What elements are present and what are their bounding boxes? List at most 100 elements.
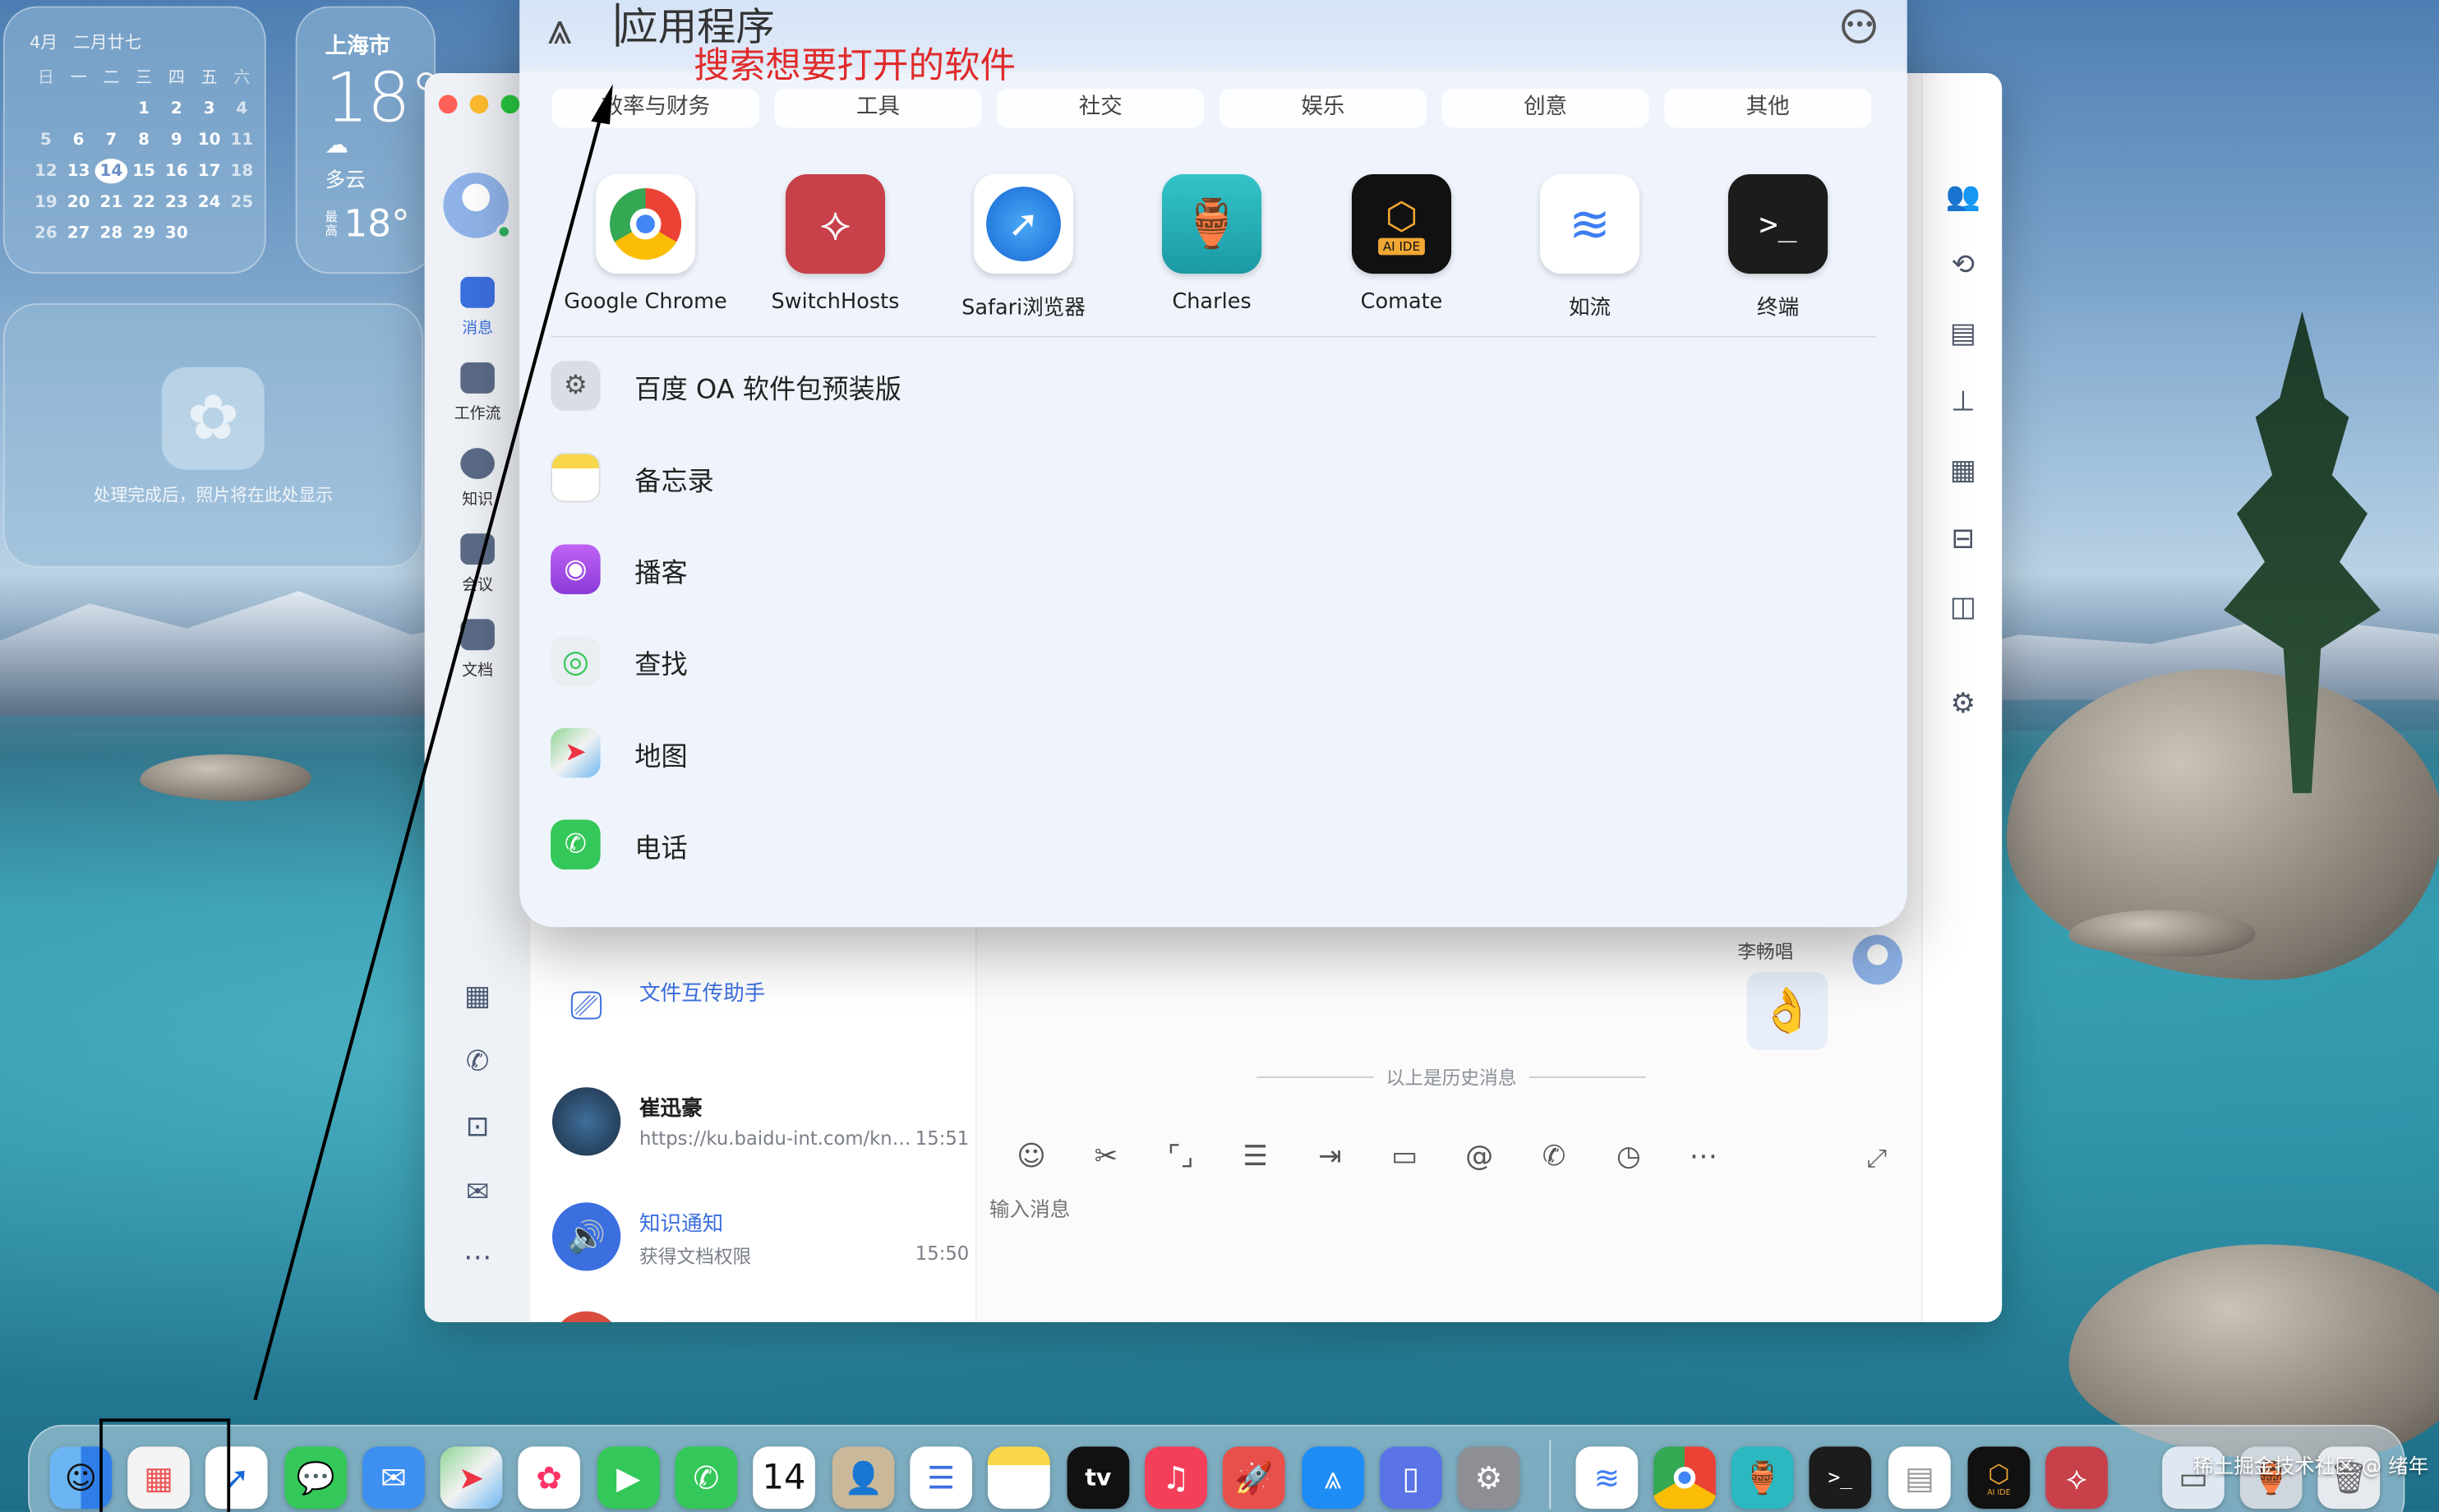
spreadsheet-icon[interactable]: ▤ — [1888, 1446, 1951, 1510]
category-tab[interactable]: 社交 — [997, 88, 1205, 128]
settings-gear-icon[interactable]: ⚙ — [1944, 686, 1981, 723]
app-ruliu[interactable]: ≋ 如流 — [1496, 174, 1683, 320]
ruliu-icon[interactable]: ≋ — [1575, 1446, 1639, 1510]
reminders-icon[interactable]: ☰ — [910, 1446, 973, 1510]
composer-toolbar: ☺ ✂ ⌜⌟ ☰ ⇥ ▭ @ ✆ ◷ ⋯ — [1011, 1140, 1723, 1173]
photos-widget[interactable]: ✿ 处理完成后，照片将在此处显示 — [2, 303, 423, 568]
form-icon[interactable]: ☰ — [1235, 1140, 1275, 1173]
history-divider-label: 以上是历史消息 — [1385, 1067, 1517, 1090]
schedule-icon[interactable]: ◷ — [1608, 1140, 1648, 1173]
rail-item-knowledge[interactable]: 知识 — [425, 448, 531, 509]
scissors-icon[interactable]: ✂ — [1086, 1140, 1126, 1173]
calendar-day: 25 — [230, 192, 254, 212]
calendar-icon[interactable]: ▦ — [1944, 453, 1981, 490]
list-item[interactable]: ◉ 播客 — [551, 538, 1484, 601]
list-item[interactable]: ⎚ 文件互传助手 — [551, 972, 969, 1059]
emoji-icon[interactable]: ☺ — [1011, 1140, 1051, 1173]
rail-item-workflow[interactable]: 工作流 — [425, 362, 531, 423]
contacts-icon[interactable]: 👤 — [832, 1446, 895, 1510]
app-comate[interactable]: ⬡ AI IDE Comate — [1308, 174, 1495, 314]
rocket-icon[interactable]: 🚀 — [1222, 1446, 1285, 1510]
sidebar-icon[interactable]: ◫ — [1944, 589, 1981, 626]
calendar-icon[interactable]: 14 — [753, 1446, 815, 1510]
mention-icon[interactable]: @ — [1459, 1140, 1500, 1173]
rail-item-docs[interactable]: 文档 — [425, 619, 531, 680]
more-icon[interactable]: ⋯ — [459, 1240, 496, 1277]
switchhosts-icon[interactable]: ⟡ — [2045, 1446, 2108, 1510]
list-item[interactable]: ✆ 电话 — [551, 814, 1484, 876]
bookmark-icon[interactable]: ⊡ — [459, 1109, 496, 1146]
mail-icon[interactable]: ✉ — [459, 1174, 496, 1211]
window-zoom-button[interactable] — [500, 94, 520, 114]
list-item-label: 查找 — [634, 649, 688, 681]
more-icon[interactable]: ⋯ — [1683, 1140, 1723, 1173]
app-switchhosts[interactable]: ⟡ SwitchHosts — [742, 174, 929, 314]
photos-icon[interactable]: ✿ — [518, 1446, 581, 1510]
category-tab[interactable]: 娱乐 — [1220, 88, 1427, 128]
list-item[interactable] — [551, 1311, 969, 1322]
list-item[interactable]: 🔊 知识通知 获得文档权限 15:50 — [551, 1202, 970, 1289]
message-input[interactable] — [989, 1187, 1892, 1234]
terminal-icon[interactable]: >_ — [1809, 1446, 1872, 1510]
category-tab[interactable]: 效率与财务 — [551, 88, 759, 128]
list-item[interactable]: 备忘录 — [551, 446, 1484, 509]
category-tab[interactable]: 工具 — [774, 88, 982, 128]
weather-temperature: 18° — [325, 58, 444, 139]
expand-icon[interactable]: ⤢ — [1867, 1143, 1887, 1174]
calendar-day: 8 — [138, 131, 150, 150]
calendar-icon[interactable]: ▦ — [459, 979, 496, 1016]
forward-icon[interactable]: ⇥ — [1310, 1140, 1350, 1173]
facetime-icon[interactable]: ▶ — [597, 1446, 660, 1510]
members-icon[interactable]: 👥 — [1944, 179, 1981, 216]
chrome-icon[interactable] — [1653, 1446, 1716, 1510]
phone-call-icon[interactable]: ✆ — [459, 1044, 496, 1081]
pin-icon[interactable]: ⊥ — [1944, 385, 1981, 422]
more-options-icon[interactable]: ••• — [1842, 9, 1876, 44]
list-item[interactable]: ⚙ 百度 OA 软件包预装版 — [551, 355, 1484, 417]
app-google-chrome[interactable]: Google Chrome — [552, 174, 739, 314]
sticker-message[interactable]: 👌 — [1746, 972, 1828, 1050]
app-terminal[interactable]: >_ 终端 — [1685, 174, 1871, 320]
window-minimize-button[interactable] — [469, 94, 489, 114]
category-tab[interactable]: 创意 — [1441, 88, 1649, 128]
contact-card-icon[interactable]: ▭ — [1385, 1140, 1425, 1173]
window-close-button[interactable] — [438, 94, 458, 114]
mail-icon[interactable]: ✉ — [362, 1446, 425, 1510]
charles-icon[interactable]: 🏺 — [1731, 1446, 1794, 1510]
switchhosts-icon: ⟡ — [785, 174, 886, 274]
ai-ide-badge: AI IDE — [1378, 237, 1425, 255]
iphone-mirroring-icon[interactable]: ▯ — [1380, 1446, 1442, 1510]
weather-high-prefix-bottom: 高 — [325, 224, 338, 238]
music-icon[interactable]: ♫ — [1145, 1446, 1207, 1510]
wallpaper-rock — [2068, 910, 2256, 957]
app-store-icon[interactable]: ⩓ — [1302, 1446, 1365, 1510]
slash-command-icon[interactable]: ⌜⌟ — [1160, 1140, 1201, 1173]
call-icon[interactable]: ✆ — [1533, 1140, 1574, 1173]
apple-tv-icon[interactable]: tv — [1067, 1446, 1130, 1510]
list-item[interactable]: ➤ 地图 — [551, 721, 1484, 784]
message-sender-avatar[interactable] — [1852, 934, 1903, 985]
annotation-label: 搜索想要打开的软件 — [694, 46, 1017, 88]
calendar-widget[interactable]: 4月 二月廿七 日一二三四五六 1 2 3 4 5 6 7 8 9 10 11 12 13 14 15 16 17… — [2, 6, 266, 274]
list-item[interactable]: 崔迅豪 https://ku.baidu-int.com/kno... 15:5… — [551, 1087, 969, 1174]
weather-widget[interactable]: 上海市 18° ☁ 多云 最高 18° — [295, 6, 444, 274]
document-icon[interactable]: ▤ — [1944, 316, 1981, 353]
app-safari[interactable]: ➚ Safari浏览器 — [930, 174, 1117, 320]
system-settings-icon[interactable]: ⚙ — [1457, 1446, 1520, 1510]
conversation-time: 15:50 — [915, 1242, 970, 1265]
robot-icon[interactable]: ⊟ — [1944, 521, 1981, 558]
history-icon[interactable]: ⟲ — [1944, 247, 1981, 284]
maps-icon[interactable]: ➤ — [440, 1446, 503, 1510]
rail-item-messages[interactable]: 消息 — [425, 276, 531, 338]
notes-icon[interactable] — [987, 1446, 1050, 1510]
app-charles[interactable]: 🏺 Charles — [1118, 174, 1305, 314]
conversation-name: 崔迅豪 — [639, 1096, 703, 1122]
calendar-day: 21 — [99, 192, 123, 212]
category-tab[interactable]: 其他 — [1664, 88, 1872, 128]
phone-icon[interactable]: ✆ — [675, 1446, 738, 1510]
rail-item-meeting[interactable]: 会议 — [425, 533, 531, 594]
app-label: 终端 — [1757, 295, 1800, 320]
list-item[interactable]: ◎ 查找 — [551, 630, 1484, 693]
comate-icon[interactable]: ⬡ AI IDE — [1967, 1446, 2031, 1510]
messages-icon[interactable]: 💬 — [284, 1446, 348, 1510]
